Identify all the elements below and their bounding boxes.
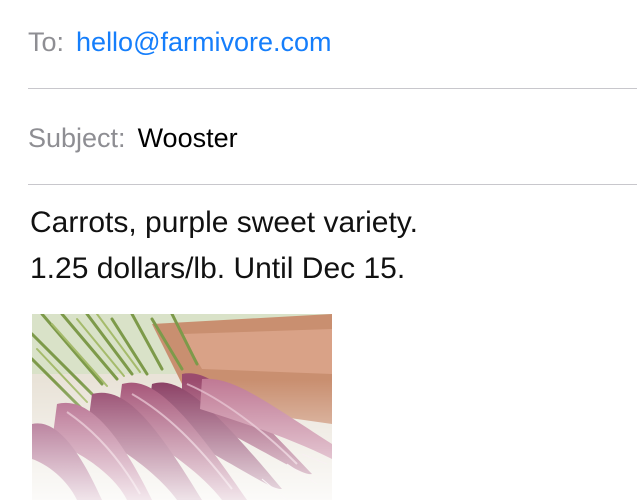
- to-label: To:: [28, 27, 65, 57]
- body-line-1: Carrots, purple sweet variety.: [30, 206, 418, 239]
- subject-label: Subject:: [28, 123, 126, 153]
- body-line-2: 1.25 dollars/lb. Until Dec 15.: [30, 252, 406, 285]
- to-recipient[interactable]: hello@farmivore.com: [76, 27, 332, 58]
- subject-input[interactable]: Wooster: [138, 123, 238, 154]
- message-body[interactable]: Carrots, purple sweet variety. 1.25 doll…: [30, 200, 637, 292]
- carrots-photo-icon: [32, 314, 332, 500]
- to-field-row[interactable]: To: hello@farmivore.com: [28, 0, 637, 89]
- mail-compose-view: To: hello@farmivore.com Subject: Wooster…: [0, 0, 637, 500]
- carrots-photo-attachment[interactable]: [32, 314, 332, 500]
- subject-field-row[interactable]: Subject: Wooster: [28, 90, 637, 185]
